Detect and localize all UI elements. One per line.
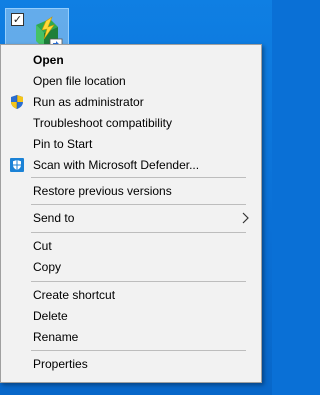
menu-item-cut[interactable]: Cut xyxy=(2,235,260,257)
shield-icon xyxy=(11,95,23,109)
menu-item-label: Send to xyxy=(33,211,75,225)
menu-item-open[interactable]: Open xyxy=(2,49,260,71)
menu-item-label: Run as administrator xyxy=(33,95,144,109)
menu-separator xyxy=(31,232,246,233)
menu-item-label: Copy xyxy=(33,260,62,274)
menu-separator xyxy=(31,177,246,178)
menu-item-label: Properties xyxy=(33,357,88,371)
menu-separator xyxy=(31,204,246,205)
context-menu: Open Open file location Run as administr… xyxy=(0,44,262,383)
menu-item-properties[interactable]: Properties xyxy=(2,353,260,375)
menu-item-label: Scan with Microsoft Defender... xyxy=(33,158,200,172)
menu-item-troubleshoot-compatibility[interactable]: Troubleshoot compatibility xyxy=(2,112,260,134)
desktop-background: ✓ Open Open file location Run as adminis… xyxy=(0,0,272,395)
menu-item-delete[interactable]: Delete xyxy=(2,305,260,327)
menu-item-label: Open xyxy=(33,53,64,67)
menu-item-rename[interactable]: Rename xyxy=(2,326,260,348)
menu-item-label: Create shortcut xyxy=(33,288,116,302)
menu-item-label: Rename xyxy=(33,330,79,344)
menu-item-send-to[interactable]: Send to xyxy=(2,207,260,229)
menu-item-scan-defender[interactable]: Scan with Microsoft Defender... xyxy=(2,154,260,176)
menu-item-pin-to-start[interactable]: Pin to Start xyxy=(2,133,260,155)
menu-item-label: Restore previous versions xyxy=(33,184,172,198)
menu-item-restore-previous-versions[interactable]: Restore previous versions xyxy=(2,180,260,202)
chevron-right-icon xyxy=(242,212,249,224)
menu-item-label: Troubleshoot compatibility xyxy=(33,116,172,130)
menu-item-open-file-location[interactable]: Open file location xyxy=(2,70,260,92)
menu-item-create-shortcut[interactable]: Create shortcut xyxy=(2,284,260,306)
menu-item-run-as-administrator[interactable]: Run as administrator xyxy=(2,91,260,113)
menu-item-label: Cut xyxy=(33,239,52,253)
menu-item-label: Delete xyxy=(33,309,68,323)
selection-checkbox[interactable]: ✓ xyxy=(11,13,24,26)
menu-item-copy[interactable]: Copy xyxy=(2,256,260,278)
defender-icon xyxy=(10,158,24,172)
menu-separator xyxy=(31,281,246,282)
menu-separator xyxy=(31,350,246,351)
menu-item-label: Pin to Start xyxy=(33,137,93,151)
menu-item-label: Open file location xyxy=(33,74,126,88)
